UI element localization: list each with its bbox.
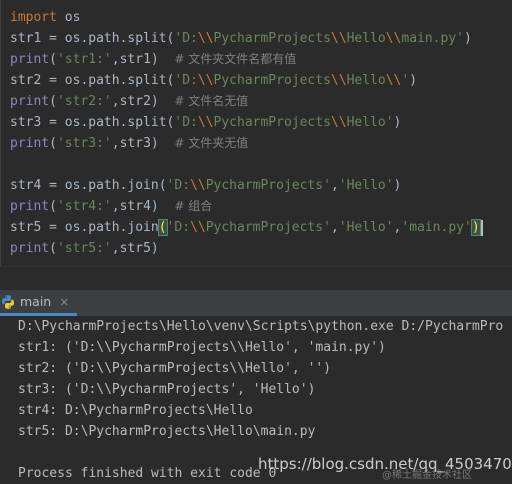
code-text: ,str2): [111, 94, 175, 109]
code-line-11[interactable]: str5 = os.path.join('D:\\PycharmProjects…: [10, 217, 483, 238]
string-literal: 'Hello': [338, 178, 394, 193]
string-literal: 'str5:': [56, 241, 112, 256]
code-comment: # 组合: [174, 199, 213, 213]
watermark-sub: @稀土掘金技术社区: [382, 470, 472, 481]
code-text: (: [49, 241, 57, 256]
code-text: ,str1): [111, 52, 175, 67]
code-line-3[interactable]: print('str1:',str1) # 文件夹文件名都有值: [10, 49, 296, 70]
code-line-4[interactable]: str2 = os.path.split('D:\\PycharmProject…: [10, 70, 417, 91]
text-caret: [480, 219, 483, 236]
escape-sequence: \\: [197, 31, 214, 46]
string-literal: Hello: [346, 73, 386, 88]
escape-sequence: \\: [197, 73, 214, 88]
builtin-function: print: [10, 241, 50, 256]
console-line: str1: ('D:\\PycharmProjects\\Hello', 'ma…: [18, 340, 386, 355]
string-literal: PycharmProjects': [205, 178, 331, 193]
code-line-1[interactable]: import os: [10, 7, 80, 28]
code-comment: # 文件夹无值: [174, 136, 249, 150]
code-line-12[interactable]: print('str5:',str5): [10, 238, 159, 259]
keyword: import: [10, 10, 57, 25]
code-text: ): [393, 178, 402, 193]
string-literal: 'main.py': [401, 220, 472, 235]
escape-sequence: \\: [330, 73, 347, 88]
code-text: ): [464, 31, 472, 46]
code-line-10[interactable]: print('str4:',str4) # 组合: [10, 196, 212, 217]
string-literal: 'str4:': [56, 199, 112, 214]
code-line-9[interactable]: str4 = os.path.join('D:\\PycharmProjects…: [10, 175, 401, 196]
code-text: (: [49, 199, 57, 214]
console-line: Process finished with exit code 0: [18, 466, 277, 481]
builtin-function: print: [10, 94, 50, 109]
run-panel-header: main ×: [0, 290, 512, 317]
console-line: str2: ('D:\\PycharmProjects\\Hello', ''): [18, 361, 332, 376]
code-comment: # 文件名无值: [174, 94, 249, 108]
code-text: os: [56, 10, 81, 25]
string-literal: 'str3:': [56, 136, 112, 151]
code-line-6[interactable]: str3 = os.path.split('D:\\PycharmProject…: [10, 112, 401, 133]
escape-sequence: \\: [330, 31, 347, 46]
builtin-function: print: [10, 136, 50, 151]
code-text: (: [49, 94, 57, 109]
code-text: ,: [330, 178, 339, 193]
console-line: D:\PycharmProjects\Hello\venv\Scripts\py…: [18, 319, 504, 334]
python-icon: [0, 294, 16, 310]
string-literal: 'str2:': [56, 94, 112, 109]
code-text: ,str3): [111, 136, 175, 151]
code-text: ): [393, 115, 402, 130]
string-literal: 'D:: [174, 73, 198, 88]
builtin-function: print: [10, 52, 50, 67]
string-literal: PycharmProjects: [213, 31, 331, 46]
code-text: ,str4): [111, 199, 175, 214]
code-line-7[interactable]: print('str3:',str3) # 文件夹无值: [10, 133, 248, 154]
code-line-2[interactable]: str1 = os.path.split('D:\\PycharmProject…: [10, 28, 472, 49]
builtin-function: print: [10, 199, 50, 214]
code-text: str1 = os.path.split(: [10, 31, 175, 46]
code-comment: # 文件夹文件名都有值: [174, 52, 297, 66]
matched-bracket: (: [157, 219, 168, 236]
escape-sequence: \\: [385, 31, 402, 46]
escape-sequence: \\: [190, 178, 206, 193]
code-text: str3 = os.path.split(: [10, 115, 175, 130]
string-literal: 'D:: [174, 115, 198, 130]
string-literal: main.py': [401, 31, 464, 46]
console-line: str5: D:\PycharmProjects\Hello\main.py: [18, 424, 316, 439]
string-literal: 'D:: [166, 220, 191, 235]
escape-sequence: \\: [190, 220, 206, 235]
code-line-5[interactable]: print('str2:',str2) # 文件名无值: [10, 91, 248, 112]
string-literal: 'D:: [166, 178, 191, 193]
close-icon[interactable]: ×: [59, 295, 69, 309]
run-tab-main[interactable]: main ×: [0, 290, 78, 316]
console-line: str3: ('D:\\PycharmProjects', 'Hello'): [18, 382, 316, 397]
code-text: ,: [330, 220, 339, 235]
string-literal: Hello: [346, 31, 386, 46]
code-text: str5 = os.path.join: [10, 220, 159, 235]
string-literal: Hello': [346, 115, 394, 130]
code-text: ,str5): [111, 241, 159, 256]
code-text: ): [409, 73, 418, 88]
code-text: str4 = os.path.join(: [10, 178, 167, 193]
string-literal: 'str1:': [56, 52, 112, 67]
string-literal: PycharmProjects': [205, 220, 331, 235]
code-text: (: [49, 52, 57, 67]
escape-sequence: \\: [330, 115, 347, 130]
code-editor[interactable]: import os str1 = os.path.split('D:\\Pych…: [0, 0, 512, 266]
panel-divider[interactable]: [0, 266, 512, 291]
escape-sequence: \\: [385, 73, 402, 88]
string-literal: PycharmProjects: [213, 73, 331, 88]
escape-sequence: \\: [197, 115, 214, 130]
console-line: str4: D:\PycharmProjects\Hello: [18, 403, 253, 418]
string-literal: 'D:: [174, 31, 198, 46]
code-text: (: [49, 136, 57, 151]
string-literal: PycharmProjects: [213, 115, 331, 130]
run-tab-label: main: [20, 294, 52, 309]
matched-bracket: ): [470, 219, 481, 236]
string-literal: 'Hello': [338, 220, 394, 235]
code-text: str2 = os.path.split(: [10, 73, 175, 88]
